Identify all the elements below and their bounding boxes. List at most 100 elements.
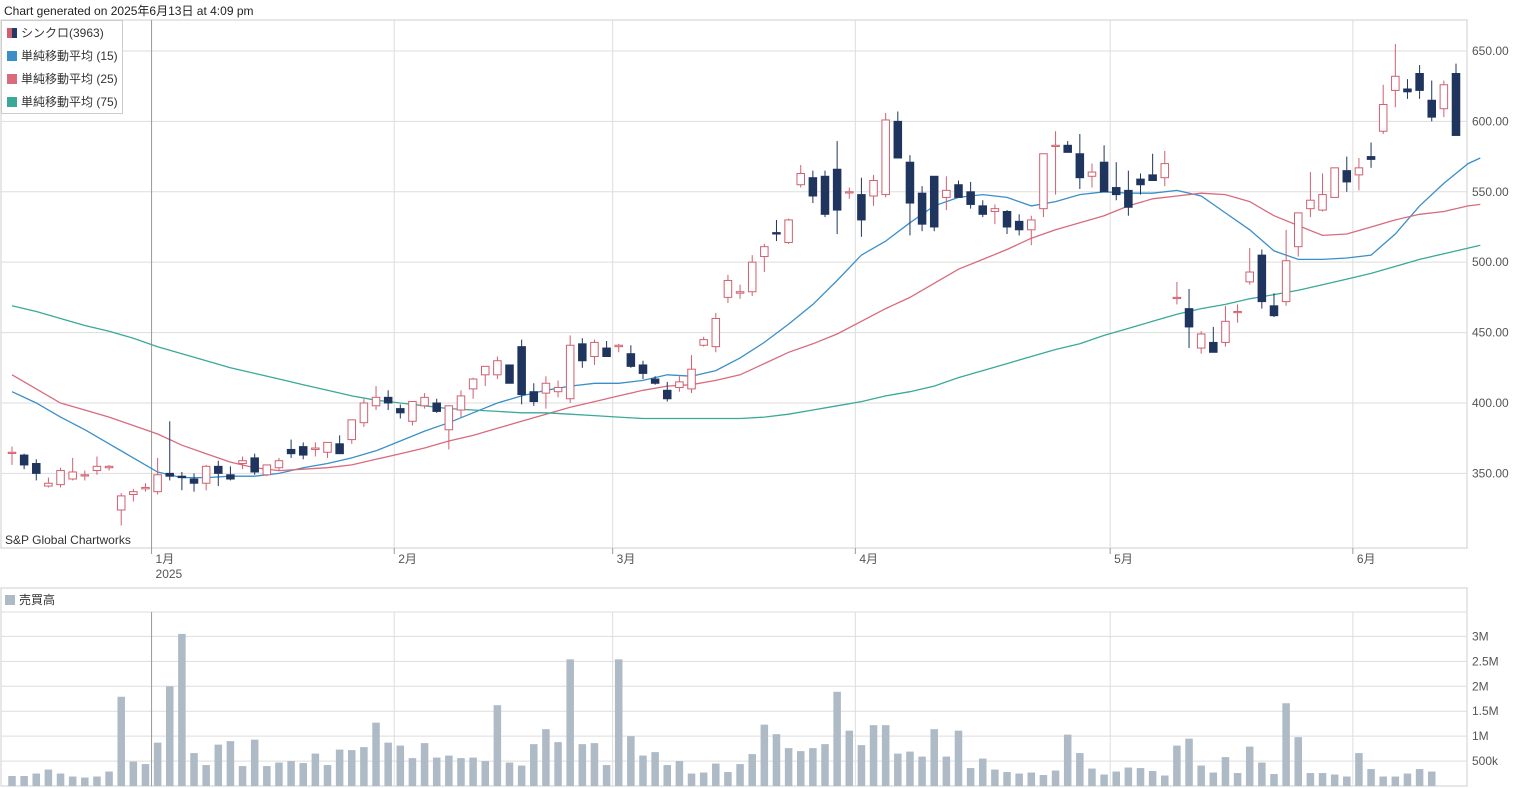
volume-bar xyxy=(1136,768,1145,786)
candle-body xyxy=(165,472,175,477)
candle-body xyxy=(1111,187,1121,196)
volume-bar xyxy=(1221,757,1230,786)
chart-canvas: 350.00 400.00 450.00 500.00 550.00 600.00 650.… xyxy=(0,19,1509,787)
candle-body xyxy=(1136,178,1145,186)
candle-body xyxy=(347,419,357,441)
candle-body xyxy=(1196,333,1206,349)
candle-body xyxy=(32,463,41,474)
candle-body xyxy=(553,386,563,393)
volume-tick-label: 3M xyxy=(1472,629,1489,643)
volume-bar xyxy=(627,736,635,786)
candle-body xyxy=(383,396,393,404)
volume-bar xyxy=(1343,776,1351,786)
candle-body xyxy=(493,360,502,376)
volume-bar xyxy=(881,725,890,786)
volume-tick-label: 2.5M xyxy=(1472,654,1499,668)
volume-bar xyxy=(821,744,829,786)
candle-body xyxy=(44,482,53,487)
candle-body xyxy=(408,401,417,422)
volume-bar xyxy=(1185,738,1193,786)
candle-body xyxy=(420,396,429,407)
candle-body xyxy=(396,408,405,414)
volume-bar xyxy=(1330,774,1339,786)
candle-body xyxy=(772,232,781,235)
price-tick-label: 650.00 xyxy=(1472,44,1509,58)
candle-body xyxy=(541,382,551,394)
legend-label: シンクロ(3963) xyxy=(21,26,104,40)
volume-bar xyxy=(32,773,41,786)
volume-bar xyxy=(105,771,113,786)
candle-body xyxy=(1366,156,1376,160)
volume-bar xyxy=(1173,745,1181,786)
candle-body xyxy=(1245,271,1254,283)
price-tick-label: 500.00 xyxy=(1472,255,1509,269)
volume-bar xyxy=(1233,773,1242,786)
candle-body xyxy=(929,175,939,228)
volume-bar xyxy=(493,705,502,786)
volume-bar xyxy=(954,730,963,786)
volume-bar xyxy=(1306,773,1315,786)
candle-body xyxy=(238,460,247,465)
volume-bar xyxy=(942,756,951,786)
candle-body xyxy=(1039,153,1048,210)
volume-bar xyxy=(263,766,271,786)
candle-body xyxy=(650,378,660,384)
candle-body xyxy=(735,291,745,294)
candle-body xyxy=(1354,167,1364,176)
candle-body xyxy=(723,279,733,298)
candle-body xyxy=(881,119,890,196)
candle-body xyxy=(893,120,903,159)
candle-body xyxy=(602,347,611,358)
candle-body xyxy=(687,368,696,390)
volume-bar xyxy=(226,741,235,786)
volume-bar xyxy=(736,764,744,786)
legend-item-sma15[interactable]: 単純移動平均 (15) xyxy=(7,47,118,64)
month-label: 5月 xyxy=(1114,552,1133,566)
volume-bar xyxy=(384,742,392,786)
legend-item-sma25[interactable]: 単純移動平均 (25) xyxy=(7,70,118,87)
volume-bar xyxy=(1039,775,1048,786)
volume-bar xyxy=(396,745,405,786)
volume-legend[interactable]: 売買高 xyxy=(5,591,55,608)
candle-body xyxy=(1014,220,1024,231)
volume-bar xyxy=(991,769,999,786)
volume-bar xyxy=(56,773,65,786)
volume-bar xyxy=(663,765,672,786)
volume-tick-label: 500k xyxy=(1472,754,1499,768)
volume-bar xyxy=(360,747,368,786)
candle-body xyxy=(359,402,369,424)
legend-item-price[interactable]: シンクロ(3963) xyxy=(7,24,104,41)
candle-body xyxy=(19,454,29,466)
candle-body xyxy=(1160,163,1170,179)
volume-bar xyxy=(348,750,356,786)
volume-swatch-icon xyxy=(5,594,15,605)
price-tick-label: 550.00 xyxy=(1472,185,1509,199)
volume-bar xyxy=(675,761,684,786)
candle-body xyxy=(371,396,381,407)
volume-bar xyxy=(505,762,514,786)
candle-body xyxy=(1209,341,1218,353)
candle-body xyxy=(153,474,162,493)
candle-body xyxy=(1281,260,1291,303)
month-label: 4月 xyxy=(859,552,878,566)
volume-bar xyxy=(554,742,562,786)
legend-label: 単純移動平均 (75) xyxy=(21,95,118,109)
volume-bar xyxy=(68,776,77,786)
candle-body xyxy=(954,184,963,198)
candle-body xyxy=(796,172,806,186)
candle-body xyxy=(1027,219,1036,231)
candle-body xyxy=(250,457,259,473)
candle-body xyxy=(869,180,878,197)
candle-body xyxy=(1391,75,1400,91)
volume-bar xyxy=(542,729,550,786)
candle-body xyxy=(626,353,636,367)
legend-item-sma75[interactable]: 単純移動平均 (75) xyxy=(7,93,118,110)
volume-bar xyxy=(614,659,623,786)
volume-bar xyxy=(1124,767,1133,786)
candle-body xyxy=(286,448,296,455)
volume-bar xyxy=(833,691,841,786)
volume-bar xyxy=(238,766,247,786)
candle-body xyxy=(1051,144,1060,148)
candle-body xyxy=(335,443,344,455)
candle-body xyxy=(820,175,830,215)
